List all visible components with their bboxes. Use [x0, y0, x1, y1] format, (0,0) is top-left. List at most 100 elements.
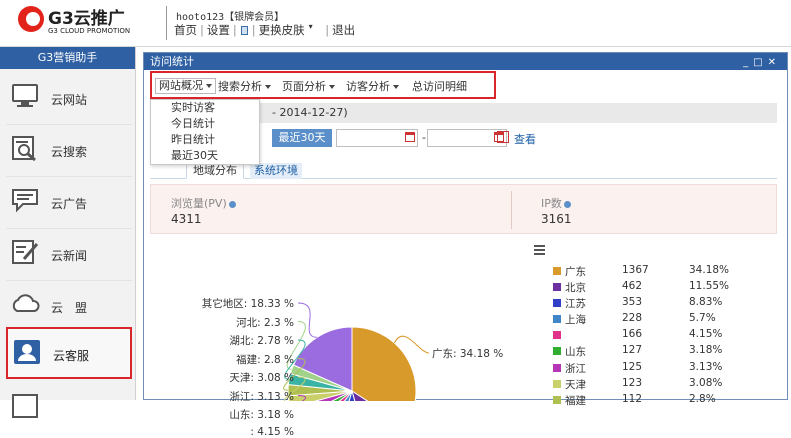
close-icon[interactable]: ✕: [768, 57, 781, 68]
legend-name: 山东: [565, 346, 586, 359]
sidebar: G3营销助手 云网站 云搜索 云广告 云新闻 云 盟 云客服: [0, 47, 136, 418]
legend-item[interactable]: 浙江 125 3.13%: [553, 360, 783, 376]
pie-label: 其它地区: 18.33 %: [201, 298, 294, 310]
logo-icon: [18, 6, 44, 32]
search-document-icon: [12, 136, 36, 162]
g3-logo[interactable]: G3云推广 G3 CLOUD PROMOTION: [14, 4, 154, 42]
ip-label-text: IP数: [541, 197, 562, 210]
calendar-icon[interactable]: [405, 132, 415, 142]
legend-percent: 8.83%: [689, 296, 723, 309]
legend-item[interactable]: 江苏 353 8.83%: [553, 295, 783, 311]
nav-home-link[interactable]: 首页: [172, 22, 199, 38]
sidebar-item-cloud-website[interactable]: 云网站: [6, 73, 132, 125]
legend-count: 228: [622, 312, 643, 325]
start-date-input[interactable]: [336, 129, 418, 147]
menu-search-analysis[interactable]: 搜索分析: [218, 78, 271, 94]
tab-system-environment[interactable]: 系统环境: [250, 163, 302, 179]
legend-swatch: [553, 267, 561, 275]
legend-percent: 2.8%: [689, 392, 716, 405]
legend-percent: 11.55%: [689, 280, 730, 293]
sidebar-item-cloud-search[interactable]: 云搜索: [6, 125, 132, 177]
user-info: hooto123【银牌会员】: [176, 8, 284, 23]
label-connector: [297, 302, 318, 338]
dropdown-item-today[interactable]: 今日统计: [151, 116, 259, 132]
nav-skin-link[interactable]: 更换皮肤: [257, 22, 307, 38]
legend-item[interactable]: 广东 1367 34.18%: [553, 263, 783, 279]
dropdown-item-yesterday[interactable]: 昨日统计: [151, 132, 259, 148]
sidebar-item-label: 云网站: [51, 93, 88, 107]
legend-item[interactable]: 166 4.15%: [553, 327, 783, 343]
menu-visitor-analysis[interactable]: 访客分析: [346, 78, 399, 94]
pie-label: 浙江: 3.13 %: [229, 390, 294, 403]
legend-name: 浙江: [565, 362, 586, 375]
last-30-days-button[interactable]: 最近30天: [272, 129, 332, 147]
legend-item[interactable]: 北京 462 11.55%: [553, 279, 783, 295]
nav-settings-link[interactable]: 设置: [205, 22, 232, 38]
legend-item[interactable]: 天津 123 3.08%: [553, 376, 783, 392]
legend-item[interactable]: 山东 127 3.18%: [553, 343, 783, 359]
logo-text: G3云推广: [48, 9, 125, 29]
legend-count: 112: [622, 392, 643, 405]
legend-name: 广东: [565, 266, 586, 278]
view-link[interactable]: 查看: [514, 131, 536, 147]
dropdown-item-realtime[interactable]: 实时访客: [151, 100, 259, 116]
help-icon[interactable]: [228, 200, 236, 208]
menu-site-overview[interactable]: 网站概况: [155, 78, 216, 94]
legend-count: 125: [622, 360, 643, 373]
restore-icon[interactable]: □: [753, 57, 767, 68]
chevron-down-icon: [329, 85, 335, 89]
menu-label: 网站概况: [159, 79, 203, 92]
dropdown-item-last30[interactable]: 最近30天: [151, 148, 259, 164]
legend-name: 北京: [565, 282, 586, 295]
pv-label-text: 浏览量(PV): [171, 197, 227, 210]
sidebar-item-cloud-service[interactable]: 云客服: [6, 327, 132, 379]
nav-logout-link[interactable]: 退出: [330, 22, 357, 38]
chevron-down-icon: [265, 85, 271, 89]
menu-label: 页面分析: [282, 80, 326, 93]
skin-dropdown-icon[interactable]: ▾: [307, 22, 315, 31]
panel-title-bar: 访问统计 _□✕: [144, 53, 787, 70]
window-controls: _□✕: [743, 54, 781, 71]
menu-label: 访客分析: [346, 80, 390, 93]
minimize-icon[interactable]: _: [743, 57, 753, 68]
app-icon: [12, 394, 38, 418]
sidebar-item-label: 云客服: [53, 349, 90, 363]
sidebar-item-more[interactable]: [6, 383, 132, 435]
legend-name: 福建: [565, 394, 586, 407]
menu-visit-details[interactable]: 总访问明细: [412, 78, 467, 94]
legend-percent: 3.08%: [689, 376, 723, 389]
visit-stats-panel: 访问统计 _□✕ 网站概况 搜索分析 页面分析 访客分析 总访问明细 - 201…: [143, 52, 789, 438]
sidebar-item-label: 云广告: [51, 197, 88, 211]
region-pie-chart: 其它地区: 18.33 % 河北: 2.3 % 湖北: 2.78 % 福建: 2.8 …: [144, 241, 789, 438]
pie-label: 福建: 2.8 %: [236, 353, 294, 366]
stats-menu-toolbar: 网站概况 搜索分析 页面分析 访客分析 总访问明细: [150, 71, 496, 99]
legend-swatch: [553, 379, 561, 388]
speech-bubble-icon: [12, 189, 38, 213]
pv-value: 4311: [171, 212, 202, 226]
sidebar-item-cloud-news[interactable]: 云新闻: [6, 229, 132, 281]
legend-count: 123: [622, 376, 643, 389]
sidebar-item-label: 云 盟: [51, 301, 88, 315]
pie-label: 广东: 34.18 %: [432, 348, 504, 360]
sidebar-item-cloud-alliance[interactable]: 云 盟: [6, 281, 132, 333]
end-date-input[interactable]: [427, 129, 507, 147]
view-icon[interactable]: [497, 131, 509, 143]
legend-percent: 34.18%: [689, 264, 730, 276]
skin-icon[interactable]: [240, 26, 248, 35]
menu-page-analysis[interactable]: 页面分析: [282, 78, 335, 94]
chart-menu-icon[interactable]: [534, 245, 545, 255]
help-icon[interactable]: [563, 200, 571, 208]
legend-item[interactable]: 上海 228 5.7%: [553, 311, 783, 327]
sidebar-item-label: 云搜索: [51, 145, 88, 159]
stats-divider: [511, 191, 512, 229]
legend-percent: 3.13%: [689, 360, 723, 373]
legend-name: 江苏: [565, 298, 586, 311]
pie-slice[interactable]: [351, 326, 417, 401]
panel-title: 访问统计: [150, 55, 194, 68]
legend-count: 127: [622, 344, 643, 357]
sidebar-item-cloud-ads[interactable]: 云广告: [6, 177, 132, 229]
top-nav: 首页 | 设置 | | 更换皮肤 ▾ | 退出: [172, 22, 357, 38]
legend-count: 1367: [622, 264, 649, 276]
legend-count: 353: [622, 296, 643, 309]
pie-label: 河北: 2.3 %: [236, 316, 294, 329]
